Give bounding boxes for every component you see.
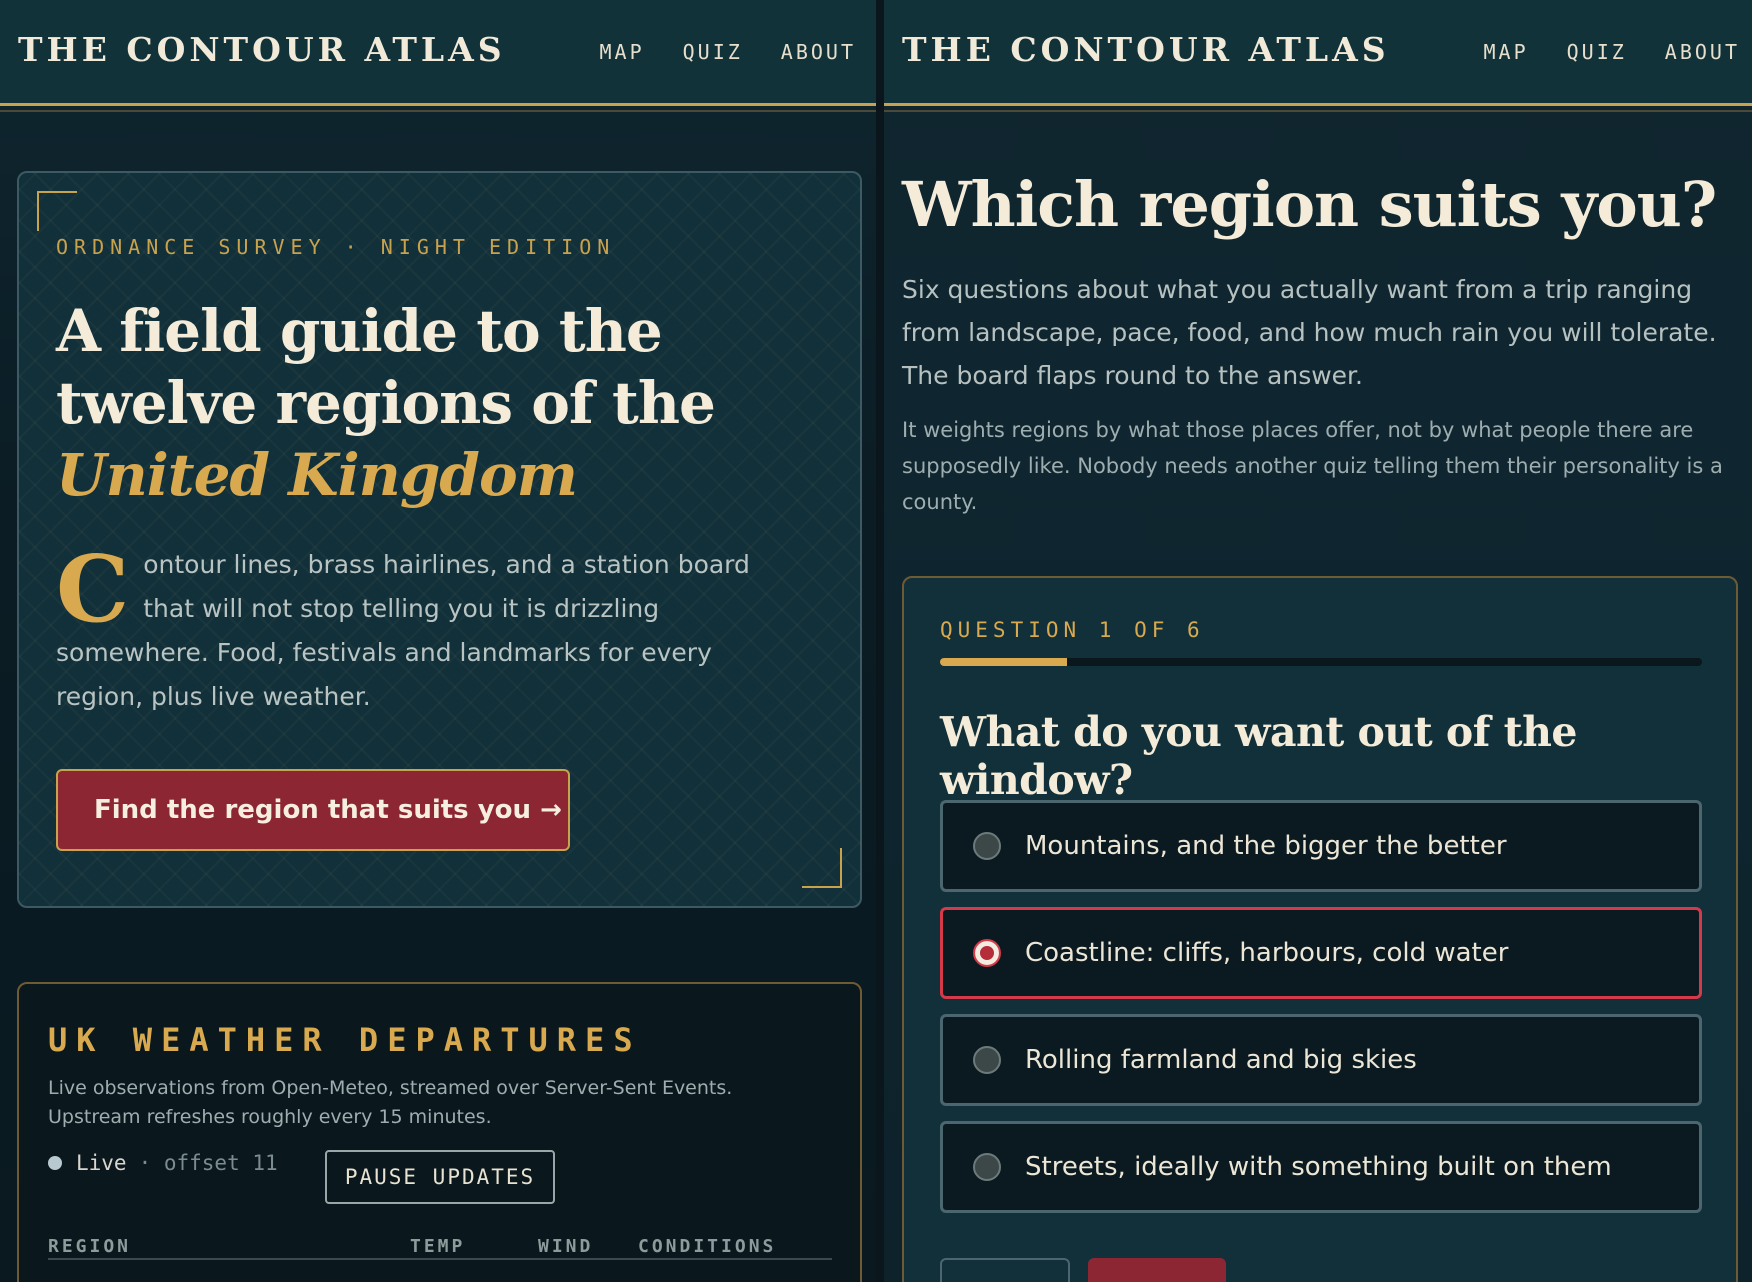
option-label: Coastline: cliffs, harbours, cold water — [1025, 938, 1509, 968]
quiz-page-title: Which region suits you? — [902, 168, 1717, 241]
quiz-note: It weights regions by what those places … — [902, 418, 1723, 514]
radio-icon[interactable] — [973, 939, 1001, 967]
hero-title-plain: A field guide to the twelve regions of t… — [56, 297, 716, 437]
corner-ornament-bottom-right — [802, 848, 842, 888]
hero-title: A field guide to the twelve regions of t… — [56, 295, 846, 511]
brand-logo[interactable]: THE CONTOUR ATLAS — [18, 30, 506, 69]
site-header-quiz: THE CONTOUR ATLAS MAP QUIZ ABOUT — [884, 0, 1752, 112]
next-button[interactable] — [1088, 1258, 1226, 1282]
weather-description: Live observations from Open-Meteo, strea… — [48, 1077, 733, 1128]
main-nav: MAP QUIZ ABOUT — [599, 40, 856, 64]
option-farmland[interactable]: Rolling farmland and big skies — [940, 1014, 1702, 1106]
hero-intro-text: ontour lines, brass hairlines, and a sta… — [56, 550, 750, 711]
stream-offset: · offset 11 — [138, 1151, 278, 1175]
panel-divider — [876, 0, 884, 1282]
radio-icon[interactable] — [973, 1153, 1001, 1181]
question-progress-label: QUESTION 1 OF 6 — [940, 618, 1205, 642]
hero-eyebrow: ORDNANCE SURVEY · NIGHT EDITION — [56, 235, 616, 259]
drop-cap: C — [56, 535, 130, 643]
live-status: Live · offset 11 — [48, 1151, 278, 1175]
weather-table-header: REGION TEMP WIND CONDITIONS — [48, 1236, 832, 1260]
hero-card: ORDNANCE SURVEY · NIGHT EDITION A field … — [17, 171, 862, 908]
nav-map[interactable]: MAP — [599, 40, 644, 64]
pause-updates-button[interactable]: PAUSE UPDATES — [325, 1150, 555, 1204]
column-temp: TEMP — [410, 1236, 466, 1257]
live-label: Live — [76, 1151, 127, 1175]
corner-ornament-top-left — [37, 191, 77, 231]
progress-bar — [940, 658, 1702, 666]
nav-map[interactable]: MAP — [1483, 40, 1528, 64]
quiz-panel: THE CONTOUR ATLAS MAP QUIZ ABOUT Which r… — [884, 0, 1752, 1282]
option-streets[interactable]: Streets, ideally with something built on… — [940, 1121, 1702, 1213]
option-coastline[interactable]: Coastline: cliffs, harbours, cold water — [940, 907, 1702, 999]
column-conditions: CONDITIONS — [638, 1236, 777, 1257]
brand-logo[interactable]: THE CONTOUR ATLAS — [902, 30, 1390, 69]
site-header: THE CONTOUR ATLAS MAP QUIZ ABOUT — [0, 0, 876, 112]
home-panel: THE CONTOUR ATLAS MAP QUIZ ABOUT ORDNANC… — [0, 0, 876, 1282]
quiz-card: QUESTION 1 OF 6 What do you want out of … — [902, 576, 1738, 1282]
nav-quiz[interactable]: QUIZ — [1567, 40, 1627, 64]
column-wind: WIND — [538, 1236, 594, 1257]
weather-title: UK WEATHER DEPARTURES — [48, 1021, 642, 1059]
nav-quiz[interactable]: QUIZ — [683, 40, 743, 64]
hero-title-accent: United Kingdom — [56, 441, 578, 509]
quiz-lead: Six questions about what you actually wa… — [902, 275, 1717, 390]
progress-bar-fill — [940, 658, 1068, 666]
weather-board: UK WEATHER DEPARTURES Live observations … — [17, 982, 862, 1282]
back-button[interactable] — [940, 1258, 1070, 1282]
question-text: What do you want out of the window? — [940, 708, 1578, 804]
find-region-button[interactable]: Find the region that suits you → — [56, 769, 570, 851]
option-label: Rolling farmland and big skies — [1025, 1045, 1417, 1075]
nav-about[interactable]: ABOUT — [781, 40, 856, 64]
column-region: REGION — [48, 1236, 132, 1257]
main-nav: MAP QUIZ ABOUT — [1483, 40, 1740, 64]
option-label: Streets, ideally with something built on… — [1025, 1152, 1612, 1182]
live-indicator-icon — [48, 1156, 62, 1170]
radio-icon[interactable] — [973, 1046, 1001, 1074]
nav-about[interactable]: ABOUT — [1665, 40, 1740, 64]
hero-intro: Contour lines, brass hairlines, and a st… — [56, 543, 796, 719]
option-mountains[interactable]: Mountains, and the bigger the better — [940, 800, 1702, 892]
radio-icon[interactable] — [973, 832, 1001, 860]
option-label: Mountains, and the bigger the better — [1025, 831, 1507, 861]
